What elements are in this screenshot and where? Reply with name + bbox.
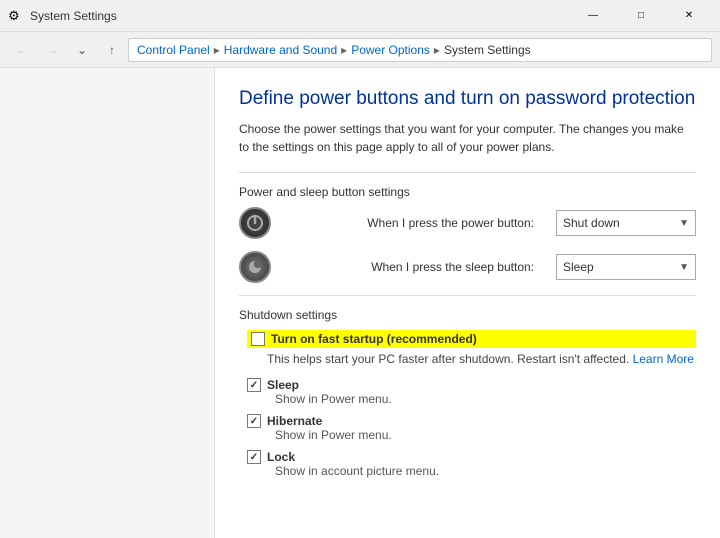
power-dropdown-arrow: ▼ (679, 218, 689, 229)
breadcrumb: Control Panel ▸ Hardware and Sound ▸ Pow… (128, 38, 712, 62)
sleep-sub-desc: Show in Power menu. (275, 392, 696, 406)
sleep-checkbox[interactable] (247, 378, 261, 392)
forward-button[interactable]: → (38, 36, 66, 64)
lock-sub-desc: Show in account picture menu. (275, 464, 696, 478)
lock-checkbox-wrap: Lock (247, 450, 696, 464)
sleep-button-row: When I press the sleep button: Sleep ▼ (239, 251, 696, 283)
page-title: Define power buttons and turn on passwor… (239, 88, 696, 110)
power-button-row: When I press the power button: Shut down… (239, 207, 696, 239)
power-button-dropdown[interactable]: Shut down ▼ (556, 210, 696, 236)
power-button-label: When I press the power button: (283, 216, 544, 230)
breadcrumb-hardware-sound[interactable]: Hardware and Sound (224, 43, 337, 57)
breadcrumb-sep-3: ▸ (434, 43, 440, 57)
sleep-button-dropdown[interactable]: Sleep ▼ (556, 254, 696, 280)
app-icon: ⚙ (8, 8, 24, 24)
sleep-svg-icon (247, 259, 263, 275)
lock-group: Lock Show in account picture menu. (247, 450, 696, 478)
fast-startup-label: Turn on fast startup (recommended) (271, 332, 477, 346)
hibernate-group: Hibernate Show in Power menu. (247, 414, 696, 442)
minimize-button[interactable]: — (570, 1, 616, 31)
title-bar-controls: — □ ✕ (570, 1, 712, 31)
power-sleep-section-label: Power and sleep button settings (239, 185, 696, 199)
fast-startup-desc: This helps start your PC faster after sh… (267, 352, 696, 366)
breadcrumb-power-options[interactable]: Power Options (351, 43, 430, 57)
breadcrumb-current: System Settings (444, 43, 531, 57)
dropdown-button[interactable]: ⌄ (68, 36, 96, 64)
sleep-button-value: Sleep (563, 260, 594, 274)
page-description: Choose the power settings that you want … (239, 120, 696, 156)
breadcrumb-control-panel[interactable]: Control Panel (137, 43, 210, 57)
content-wrapper: Define power buttons and turn on passwor… (0, 68, 720, 538)
breadcrumb-sep-2: ▸ (341, 43, 347, 57)
breadcrumb-sep-1: ▸ (214, 43, 220, 57)
hibernate-checkbox-wrap: Hibernate (247, 414, 696, 428)
fast-startup-row: Turn on fast startup (recommended) (247, 330, 696, 348)
close-button[interactable]: ✕ (666, 1, 712, 31)
nav-bar: ← → ⌄ ↑ Control Panel ▸ Hardware and Sou… (0, 32, 720, 68)
back-button[interactable]: ← (8, 36, 36, 64)
power-svg-icon (246, 214, 264, 232)
main-content: Define power buttons and turn on passwor… (215, 68, 720, 538)
learn-more-link[interactable]: Learn More (633, 352, 694, 366)
title-bar-text: System Settings (30, 9, 117, 23)
lock-checkbox[interactable] (247, 450, 261, 464)
power-button-value: Shut down (563, 216, 620, 230)
fast-startup-desc-text: This helps start your PC faster after sh… (267, 352, 629, 366)
sleep-checkbox-wrap: Sleep (247, 378, 696, 392)
sleep-button-label: When I press the sleep button: (283, 260, 544, 274)
power-icon (239, 207, 271, 239)
hibernate-sub-desc: Show in Power menu. (275, 428, 696, 442)
up-button[interactable]: ↑ (98, 36, 126, 64)
left-panel (0, 68, 215, 538)
fast-startup-checkbox[interactable] (251, 332, 265, 346)
hibernate-label: Hibernate (267, 414, 322, 428)
shutdown-section-label: Shutdown settings (239, 308, 696, 322)
lock-label: Lock (267, 450, 295, 464)
hibernate-checkbox[interactable] (247, 414, 261, 428)
sleep-dropdown-arrow: ▼ (679, 262, 689, 273)
divider-top (239, 172, 696, 173)
sleep-group: Sleep Show in Power menu. (247, 378, 696, 406)
divider-middle (239, 295, 696, 296)
title-bar: ⚙ System Settings — □ ✕ (0, 0, 720, 32)
sleep-icon (239, 251, 271, 283)
sleep-label: Sleep (267, 378, 299, 392)
maximize-button[interactable]: □ (618, 1, 664, 31)
